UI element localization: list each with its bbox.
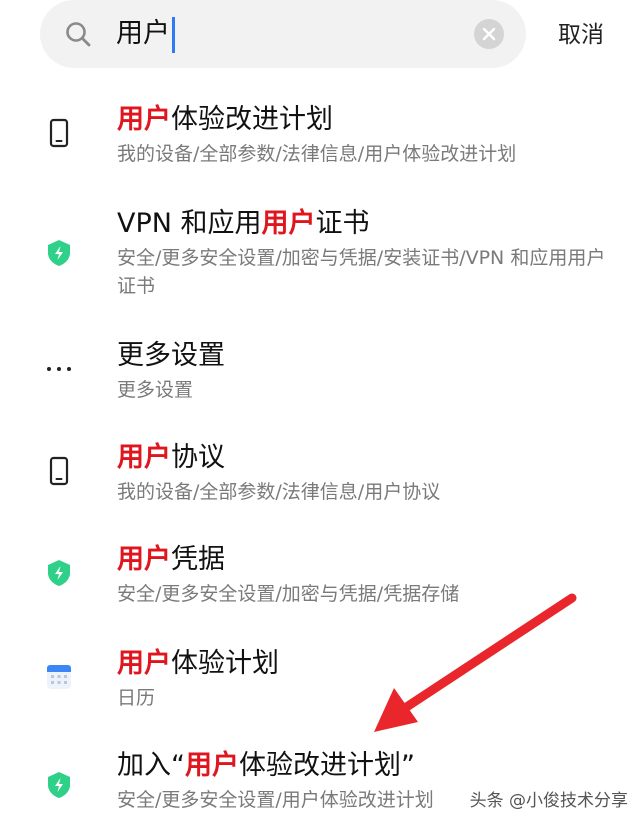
search-results-list: 用户体验改进计划 我的设备/全部参数/法律信息/用户体验改进计划 VPN 和应用… [0,100,640,823]
watermark: 头条 @小俊技术分享 [469,791,628,811]
search-input[interactable]: 用户 [116,14,175,54]
result-path: 日历 [117,687,156,709]
result-title: 更多设置 [117,340,225,371]
result-title: VPN 和应用用户证书 [117,208,370,239]
shield-icon [48,772,70,798]
shield-icon [48,240,70,266]
result-title: 用户协议 [117,442,225,473]
result-item[interactable]: 用户凭据 安全/更多安全设置/加密与凭据/凭据存储 [0,540,640,644]
result-title: 用户体验计划 [117,648,279,679]
result-item[interactable]: VPN 和应用用户证书 安全/更多安全设置/加密与凭据/安装证书/VPN 和应用… [0,204,640,336]
phone-icon [49,456,69,486]
result-path: 更多设置 [117,379,194,401]
result-item[interactable]: 用户协议 我的设备/全部参数/法律信息/用户协议 [0,438,640,540]
result-path: 我的设备/全部参数/法律信息/用户体验改进计划 [117,143,517,165]
search-results-page: 用户 取消 用户体验改进计划 我的设备/全部参数/法律信息/用户体验改进计划 V… [0,0,640,823]
search-icon [66,22,91,47]
phone-icon [49,118,69,148]
result-item[interactable]: 更多设置 更多设置 [0,336,640,438]
result-title: 用户体验改进计划 [117,104,333,135]
search-bar[interactable]: 用户 [40,0,526,68]
result-path: 安全/更多安全设置/加密与凭据/凭据存储 [117,583,460,605]
result-path: 我的设备/全部参数/法律信息/用户协议 [117,481,441,503]
cancel-button[interactable]: 取消 [558,18,604,52]
more-dots-icon [47,367,71,371]
text-caret [172,16,175,53]
result-title: 加入“用户体验改进计划” [117,750,415,781]
result-item[interactable]: 用户体验改进计划 我的设备/全部参数/法律信息/用户体验改进计划 [0,100,640,204]
clear-search-button[interactable] [474,19,504,49]
result-item[interactable]: 加入“用户体验改进计划” 安全/更多安全设置/用户体验改进计划 [0,744,640,823]
calendar-icon [47,665,71,689]
result-title: 用户凭据 [117,544,225,575]
shield-icon [48,560,70,586]
search-query-text: 用户 [116,18,170,49]
result-item[interactable]: 用户体验计划 日历 [0,644,640,744]
close-icon [482,27,496,41]
result-path: 安全/更多安全设置/加密与凭据/安装证书/VPN 和应用用户证书 [117,247,606,297]
